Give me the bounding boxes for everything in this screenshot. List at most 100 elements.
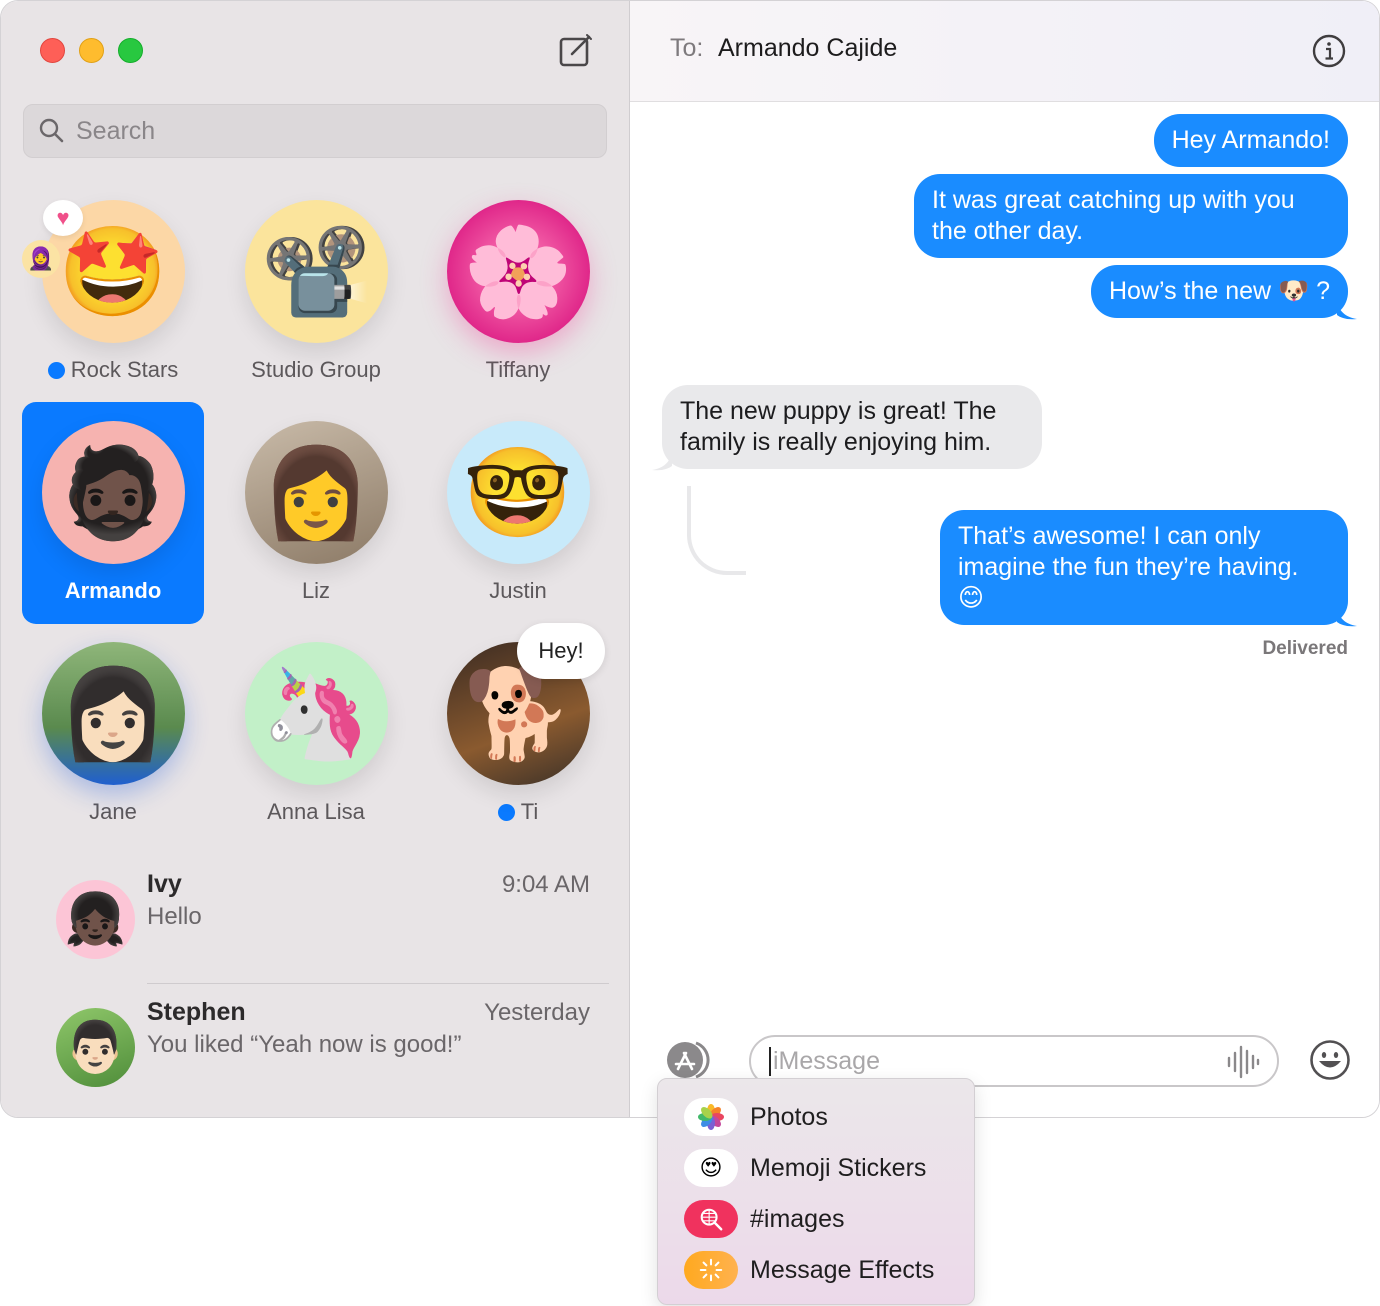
liz-photo-icon: 👩 <box>261 442 371 542</box>
typing-member-avatar: 🧕 <box>22 240 60 278</box>
pinned-conversation-studio-group[interactable]: 📽️ Studio Group <box>225 181 407 403</box>
stephen-photo-icon: 👨🏻 <box>64 1019 127 1075</box>
conversation-name: Ivy <box>147 870 182 898</box>
pinned-name: Liz <box>301 578 331 603</box>
smiley-icon <box>1310 1040 1350 1080</box>
menu-item-photos[interactable]: Photos <box>684 1095 828 1139</box>
avatar: 👩🏻 <box>41 642 185 785</box>
menu-item-label: Photos <box>750 1102 828 1131</box>
pinned-name: Justin <box>489 578 547 603</box>
film-projector-icon: 📽️ <box>261 221 371 321</box>
star-struck-emoji-icon: 🤩 <box>58 221 168 321</box>
pinned-name: Jane <box>89 799 137 824</box>
avatar: 🌸 <box>446 200 590 343</box>
pinned-conversation-liz[interactable]: 👩 Liz <box>225 402 407 624</box>
heart-reaction-bubble: ♥ <box>43 200 83 236</box>
pinned-conversation-tiffany[interactable]: 🌸 Tiffany <box>427 181 609 403</box>
pinned-name: Armando <box>64 578 162 603</box>
memoji-stickers-icon: 😍 <box>684 1149 738 1187</box>
apps-menu: Photos 😍 Memoji Stickers #images Message… <box>657 1078 975 1305</box>
emoji-button[interactable] <box>1309 1039 1351 1081</box>
unread-indicator <box>497 803 515 821</box>
menu-item-label: Memoji Stickers <box>750 1153 927 1182</box>
message-input[interactable] <box>769 1046 1209 1076</box>
incoming-message: The new puppy is great! The family is re… <box>662 385 1042 469</box>
outgoing-message: That’s awesome! I can only imagine the f… <box>940 510 1348 625</box>
window-controls <box>40 38 143 63</box>
avatar: 👨🏻 <box>56 1008 135 1087</box>
conversation-preview: You liked “Yeah now is good!” <box>147 1031 462 1058</box>
messages-window: 🤩 Rock Stars ♥ 🧕 📽️ Studio Group 🌸 Tiffa… <box>0 0 1380 1118</box>
memoji-face-icon: 😍 <box>699 1155 723 1180</box>
latest-message-bubble: Hey! <box>517 623 605 679</box>
photos-icon <box>684 1098 738 1136</box>
divider <box>147 983 609 984</box>
app-store-icon <box>667 1041 710 1079</box>
pinned-conversation-jane[interactable]: 👩🏻 Jane <box>22 623 204 845</box>
bubble-tail <box>1337 608 1357 627</box>
search-input[interactable] <box>76 116 576 146</box>
delivery-status: Delivered <box>1262 638 1348 659</box>
outgoing-message: Hey Armando! <box>1153 114 1348 167</box>
menu-item-label: #images <box>750 1204 845 1233</box>
pinned-conversation-armando[interactable]: 🧔🏿 Armando <box>22 402 204 624</box>
menu-item-memoji-stickers[interactable]: 😍 Memoji Stickers <box>684 1146 926 1190</box>
recipient-name[interactable]: Armando Cajide <box>718 34 897 63</box>
pinned-conversation-justin[interactable]: 🤓 Justin <box>427 402 609 624</box>
conversation-row-stephen[interactable]: 👨🏻 Stephen Yesterday You liked “Yeah now… <box>1 991 630 1101</box>
dog-photo-icon: 🐕 <box>463 663 573 763</box>
outgoing-message: How’s the new 🐶 ? <box>1090 265 1348 318</box>
avatar: 👧🏿 <box>56 880 135 959</box>
pinned-conversation-anna-lisa[interactable]: 🦄 Anna Lisa <box>225 623 407 845</box>
compose-icon <box>559 34 592 67</box>
jane-photo-icon: 👩🏻 <box>58 663 168 763</box>
menu-item-images[interactable]: #images <box>684 1197 845 1241</box>
images-search-icon <box>684 1200 738 1238</box>
pinned-name: Studio Group <box>251 357 381 382</box>
memoji-ivy-icon: 👧🏿 <box>64 891 127 947</box>
conversation-time: 9:04 AM <box>501 871 590 898</box>
info-icon <box>1312 34 1346 68</box>
pinned-name: Tiffany <box>485 357 551 382</box>
globe-search-icon <box>700 1208 723 1231</box>
sparkle-wand-icon <box>699 1258 723 1282</box>
unread-indicator <box>47 361 65 379</box>
photos-flower-icon <box>698 1104 724 1130</box>
conversation-preview: Hello <box>147 903 202 930</box>
close-window-button[interactable] <box>40 38 65 63</box>
details-button[interactable] <box>1311 33 1347 69</box>
bubble-tail <box>1337 301 1357 320</box>
compose-button[interactable] <box>558 32 594 68</box>
conversation-name: Stephen <box>147 998 246 1026</box>
minimize-window-button[interactable] <box>79 38 104 63</box>
sidebar: 🤩 Rock Stars ♥ 🧕 📽️ Studio Group 🌸 Tiffa… <box>1 1 630 1117</box>
avatar: 📽️ <box>244 200 388 343</box>
conversation-time: Yesterday <box>484 999 590 1026</box>
heart-icon: ♥ <box>56 205 70 230</box>
apps-button[interactable] <box>662 1041 716 1079</box>
pinned-name: Rock Stars <box>70 357 179 382</box>
audio-message-icon[interactable] <box>1225 1045 1261 1079</box>
bubble-tail <box>652 452 672 471</box>
menu-item-label: Message Effects <box>750 1255 935 1284</box>
member-memoji-icon: 🧕 <box>27 246 55 271</box>
unicorn-animoji-icon: 🦄 <box>261 663 371 763</box>
conversation-row-ivy[interactable]: 👧🏿 Ivy 9:04 AM Hello <box>1 863 630 973</box>
memoji-armando-icon: 🧔🏿 <box>58 442 168 542</box>
flower-photo-icon: 🌸 <box>463 221 573 321</box>
chat-header: To: Armando Cajide <box>630 1 1379 102</box>
menu-item-message-effects[interactable]: Message Effects <box>684 1248 934 1292</box>
avatar: 🦄 <box>244 642 388 785</box>
outgoing-message: It was great catching up with you the ot… <box>914 174 1348 258</box>
zoom-window-button[interactable] <box>118 38 143 63</box>
avatar: 🤓 <box>446 421 590 564</box>
pinned-name: Ti <box>520 799 539 824</box>
chat-pane: To: Armando Cajide Hey Armando! It was g… <box>630 1 1379 1117</box>
avatar: 👩 <box>244 421 388 564</box>
to-label: To: <box>670 34 704 62</box>
message-effects-icon <box>684 1251 738 1289</box>
reply-thread-line <box>687 486 746 575</box>
search-field[interactable] <box>23 104 607 158</box>
avatar: 🧔🏿 <box>41 421 185 564</box>
search-icon <box>39 118 64 143</box>
